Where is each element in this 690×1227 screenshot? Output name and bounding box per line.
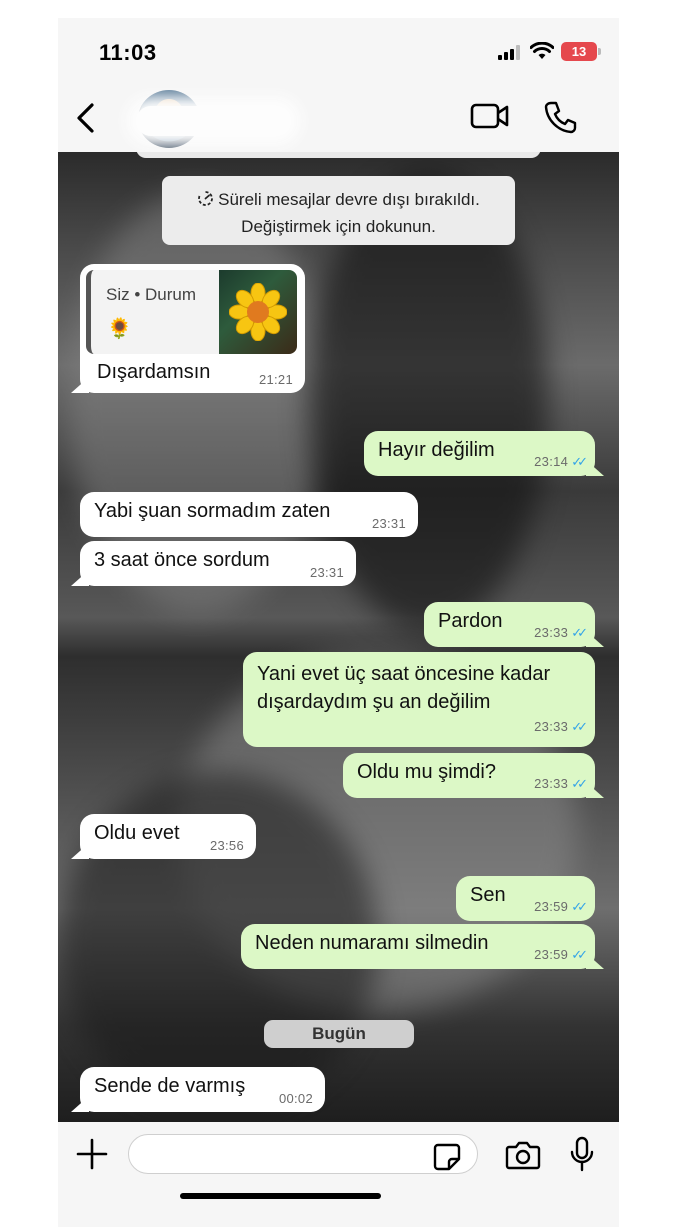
read-receipt-icon: ✓✓ — [571, 454, 588, 469]
message-incoming-reply[interactable]: Siz • Durum 🌻 Dışardamsın 21:21 — [71, 264, 305, 393]
wifi-icon — [530, 42, 554, 59]
message-time: 23:59 — [534, 947, 569, 962]
sticker-icon[interactable] — [432, 1142, 462, 1172]
message-time: 23:59 — [534, 899, 569, 914]
status-time: 11:03 — [99, 40, 157, 65]
bubble-tail — [71, 843, 89, 859]
sunflower-icon — [229, 283, 287, 341]
message-text: 3 saat önce sordum — [94, 549, 270, 571]
date-divider: Bugün — [264, 1020, 414, 1048]
home-indicator[interactable] — [180, 1193, 381, 1199]
voice-call-icon[interactable] — [544, 100, 578, 134]
message-meta: 23:33 ✓✓ — [534, 713, 588, 741]
notice-line2: Değiştirmek için dokunun. — [241, 217, 436, 236]
message-time: 23:33 — [534, 776, 569, 791]
camera-icon[interactable] — [505, 1140, 541, 1170]
disappearing-messages-notice[interactable]: Süreli mesajlar devre dışı bırakıldı. De… — [162, 176, 515, 245]
message-incoming[interactable]: Sende de varmış 00:02 — [71, 1067, 325, 1112]
message-outgoing[interactable]: Oldu mu şimdi? 23:33 ✓✓ — [343, 753, 604, 798]
message-meta: 23:59 ✓✓ — [534, 899, 588, 915]
timer-icon — [197, 189, 214, 214]
signal-icon — [498, 45, 520, 60]
message-time: 23:31 — [371, 516, 406, 531]
quoted-emoji: 🌻 — [107, 318, 132, 340]
quoted-author: Siz • Durum — [106, 285, 197, 304]
message-meta: 23:33 ✓✓ — [534, 776, 588, 792]
message-outgoing[interactable]: Pardon 23:33 ✓✓ — [424, 602, 604, 647]
status-bar: 11:03 13 — [58, 18, 619, 88]
phone-screen: 11:03 13 Süreli mesajlar devre dışı bıra… — [58, 18, 619, 1227]
read-receipt-icon: ✓✓ — [571, 625, 588, 640]
bubble-tail — [586, 953, 604, 969]
bubble-tail — [586, 631, 604, 647]
message-text: Neden numaramı silmedin — [255, 932, 489, 954]
message-time: 00:02 — [278, 1091, 313, 1106]
message-text: Pardon — [438, 610, 503, 632]
message-incoming[interactable]: 3 saat önce sordum 23:31 — [71, 541, 356, 586]
message-text: Oldu mu şimdi? — [357, 761, 496, 783]
message-time: 23:56 — [209, 838, 244, 853]
message-outgoing[interactable]: Neden numaramı silmedin 23:59 ✓✓ — [241, 924, 604, 969]
message-text: Dışardamsın — [97, 361, 211, 383]
notice-line1: Süreli mesajlar devre dışı bırakıldı. — [218, 190, 480, 209]
message-time: 21:21 — [258, 372, 293, 387]
message-text: Sen — [470, 884, 506, 906]
contact-name[interactable] — [136, 106, 291, 136]
video-call-icon[interactable] — [470, 102, 510, 130]
back-icon[interactable] — [68, 100, 104, 136]
message-text: Hayır değilim — [378, 439, 495, 461]
chat-header — [58, 88, 619, 152]
message-outgoing[interactable]: Yani evet üç saat öncesine kadar dışarda… — [243, 652, 595, 747]
bubble-tail — [586, 460, 604, 476]
chat-background: Süreli mesajlar devre dışı bırakıldı. De… — [58, 152, 619, 1122]
message-time: 23:31 — [309, 565, 344, 580]
read-receipt-icon: ✓✓ — [571, 776, 588, 791]
message-text: Oldu evet — [94, 822, 180, 844]
message-incoming[interactable]: Oldu evet 23:56 — [71, 814, 256, 859]
message-text-line1: Yani evet üç saat öncesine kadar — [257, 663, 551, 685]
message-time: 23:33 — [534, 625, 569, 640]
add-icon[interactable] — [76, 1138, 108, 1170]
bubble-tail — [71, 570, 89, 586]
bubble-tail — [71, 1096, 89, 1112]
message-text-line2: dışardaydım şu an değilim — [257, 691, 491, 713]
message-meta: 23:14 ✓✓ — [534, 454, 588, 470]
pinned-banner — [136, 152, 541, 158]
message-text: Yabi şuan sormadım zaten — [94, 500, 331, 522]
message-incoming[interactable]: Yabi şuan sormadım zaten 23:31 — [80, 492, 418, 537]
message-outgoing[interactable]: Hayır değilim 23:14 ✓✓ — [364, 431, 604, 476]
read-receipt-icon: ✓✓ — [571, 719, 588, 734]
mic-icon[interactable] — [569, 1136, 595, 1174]
read-receipt-icon: ✓✓ — [571, 899, 588, 914]
bubble-tail — [586, 782, 604, 798]
status-thumbnail — [219, 270, 297, 354]
battery-icon: 13 — [561, 42, 601, 61]
message-time: 23:33 — [534, 719, 569, 734]
message-text: Sende de varmış — [94, 1075, 246, 1097]
read-receipt-icon: ✓✓ — [571, 947, 588, 962]
quoted-status[interactable]: Siz • Durum 🌻 — [86, 270, 297, 354]
message-meta: 23:59 ✓✓ — [534, 947, 588, 963]
message-meta: 23:33 ✓✓ — [534, 625, 588, 641]
message-composer — [58, 1122, 619, 1227]
message-time: 23:14 — [534, 454, 569, 469]
message-input[interactable] — [128, 1134, 478, 1174]
message-outgoing[interactable]: Sen 23:59 ✓✓ — [456, 876, 595, 921]
